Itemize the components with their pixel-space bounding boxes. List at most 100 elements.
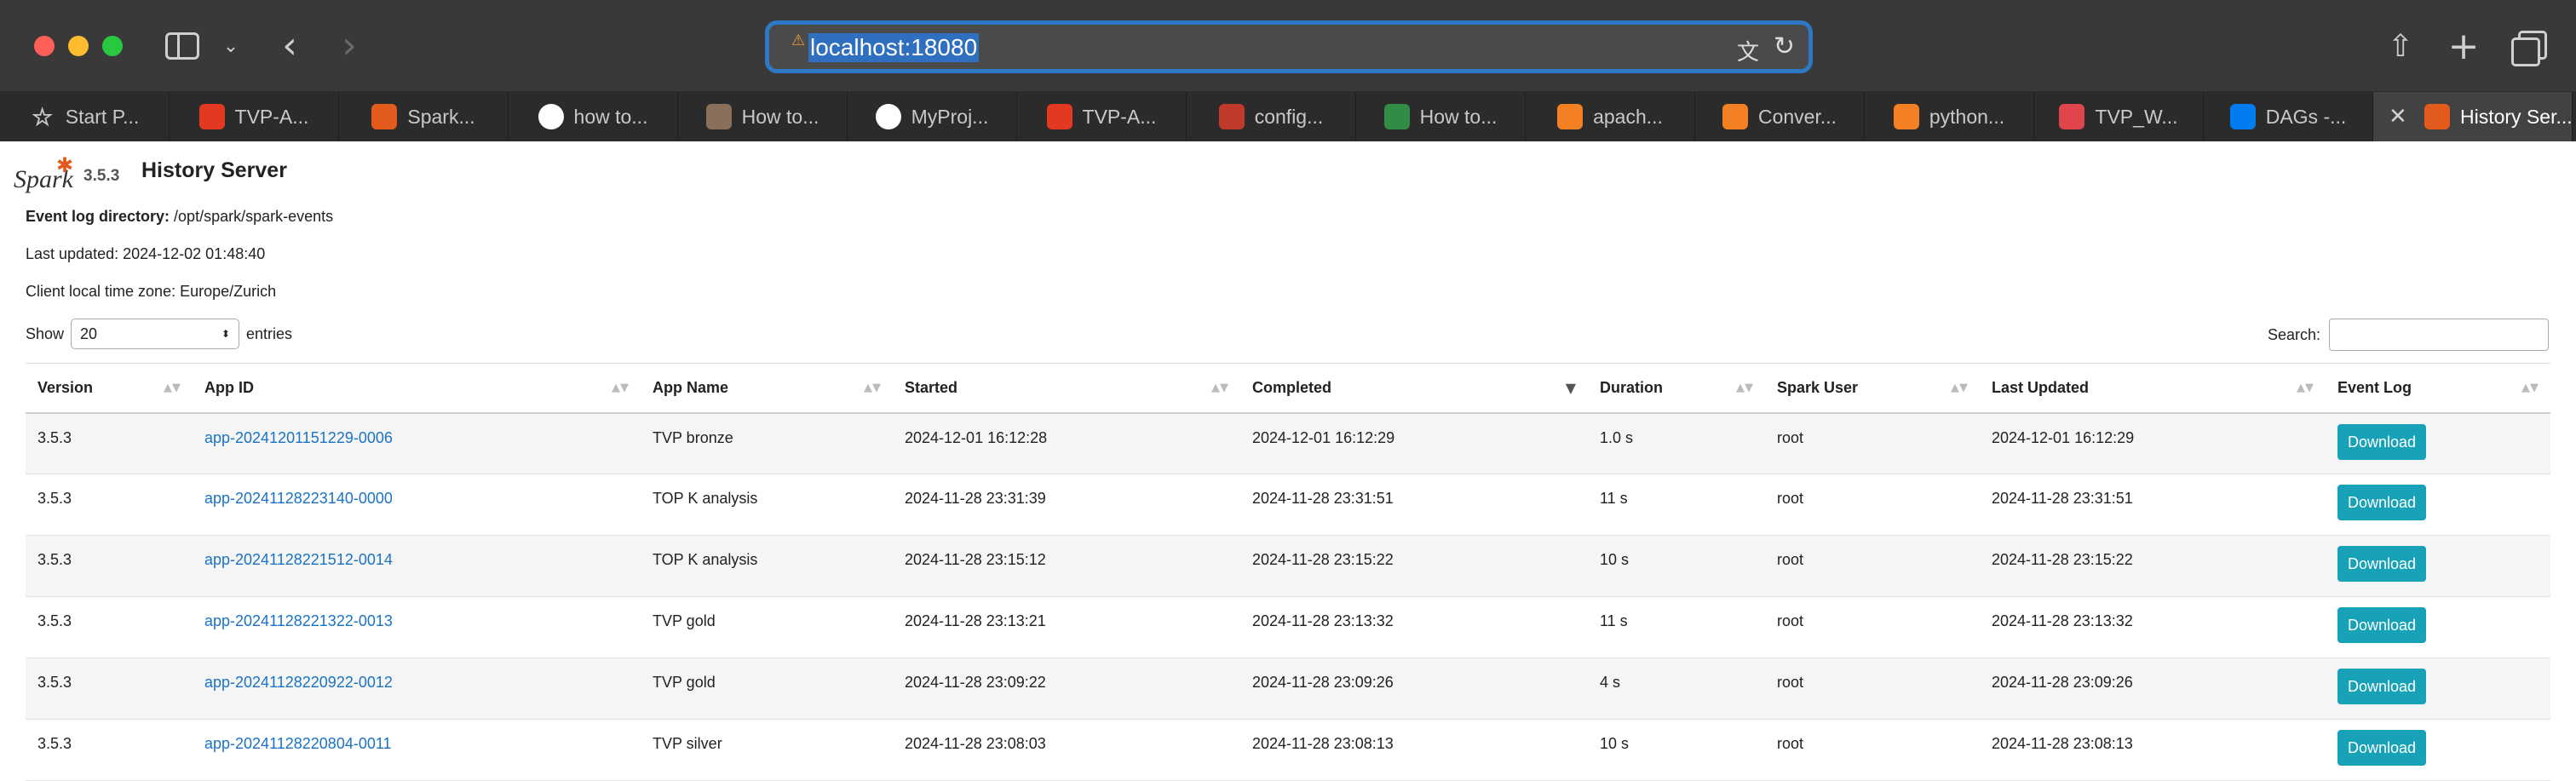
tab-strip: ☆ Start P... TVP-A... Spark... how to... How … xyxy=(0,92,2576,141)
tab-label: History Ser... xyxy=(2460,105,2573,128)
close-tab-icon[interactable]: ✕ xyxy=(2389,104,2407,129)
translate-icon[interactable]: 文 xyxy=(1737,35,1759,66)
column-label: Version xyxy=(37,378,94,396)
cell-version: 3.5.3 xyxy=(26,658,193,720)
entries-label: entries xyxy=(246,324,293,342)
minimize-window-button[interactable] xyxy=(68,36,89,56)
column-app-name[interactable]: App Name ▲▼ xyxy=(641,363,893,414)
column-last-updated[interactable]: Last Updated ▲▼ xyxy=(1980,363,2326,414)
app-id-link[interactable]: app-20241128220804-0011 xyxy=(204,735,392,752)
tab-label: config... xyxy=(1254,105,1324,128)
browser-tab[interactable]: MyProj... xyxy=(848,92,1017,141)
cell-duration: 10 s xyxy=(1588,719,1765,781)
cell-version: 3.5.3 xyxy=(26,474,193,536)
select-arrows-icon: ⬍ xyxy=(221,328,231,340)
new-tab-button[interactable]: + xyxy=(2447,25,2481,68)
entries-select[interactable]: 20 ⬍ xyxy=(71,319,240,349)
spark-icon xyxy=(371,104,398,129)
stackoverflow-icon xyxy=(1557,104,1584,129)
zoom-window-button[interactable] xyxy=(102,36,123,56)
column-label: App ID xyxy=(204,378,254,396)
download-button[interactable]: Download xyxy=(2337,546,2427,582)
chevron-down-icon[interactable]: ⌄ xyxy=(220,31,242,61)
app-id-link[interactable]: app-20241128221512-0014 xyxy=(204,551,393,568)
table-header-row: Version ▲▼ App ID ▲▼ App Name ▲▼ Started ▲▼ … xyxy=(26,363,2550,414)
spark-version: 3.5.3 xyxy=(83,167,120,185)
browser-tab[interactable]: Conver... xyxy=(1695,92,1865,141)
table-row: 3.5.3 app-20241128221512-0014 TOP K analys… xyxy=(26,535,2550,597)
entries-control: Show 20 ⬍ entries xyxy=(26,319,292,349)
cell-app-id: app-20241201151229-0006 xyxy=(193,412,641,474)
sidebar-toggle-icon[interactable] xyxy=(165,32,199,60)
browser-tab[interactable]: TVP_W... xyxy=(2034,92,2204,141)
search-label: Search: xyxy=(2267,325,2320,343)
cell-completed: 2024-11-28 23:08:13 xyxy=(1240,719,1588,781)
app-id-link[interactable]: app-20241128220922-0012 xyxy=(204,674,393,691)
cell-last-updated: 2024-11-28 23:15:22 xyxy=(1980,535,2326,597)
table-row: 3.5.3 app-20241201151229-0006 TVP bronze 20… xyxy=(26,412,2550,474)
cell-started: 2024-11-28 23:08:03 xyxy=(893,719,1240,781)
browser-tab[interactable]: apach... xyxy=(1526,92,1695,141)
browser-tab[interactable]: How to... xyxy=(1356,92,1526,141)
download-button[interactable]: Download xyxy=(2337,669,2427,704)
cell-completed: 2024-11-28 23:09:26 xyxy=(1240,658,1588,720)
app-id-link[interactable]: app-20241128221322-0013 xyxy=(204,612,393,629)
cell-spark-user: root xyxy=(1765,719,1980,781)
address-bar[interactable]: ⚠ localhost:18080 文 ↻ xyxy=(765,20,1813,73)
app-id-link[interactable]: app-20241128223140-0000 xyxy=(204,490,393,507)
browser-tab[interactable]: TVP-A... xyxy=(170,92,339,141)
column-spark-user[interactable]: Spark User ▲▼ xyxy=(1765,363,1980,414)
share-icon[interactable]: ⇧ xyxy=(2383,26,2418,66)
download-button[interactable]: Download xyxy=(2337,485,2427,520)
cell-app-id: app-20241128221512-0014 xyxy=(193,535,641,597)
tab-overview-icon[interactable] xyxy=(2510,29,2547,66)
airflow-icon xyxy=(2229,104,2256,129)
client-timezone: Client local time zone: Europe/Zurich xyxy=(26,283,277,300)
column-label: Spark User xyxy=(1777,378,1859,396)
cell-app-name: TVP silver xyxy=(641,719,893,781)
cell-event-log: Download xyxy=(2326,596,2550,658)
browser-tab[interactable]: config... xyxy=(1187,92,1356,141)
app-id-link[interactable]: app-20241201151229-0006 xyxy=(204,429,393,446)
browser-tab[interactable]: TVP-A... xyxy=(1017,92,1187,141)
avatar-icon xyxy=(705,104,732,129)
download-button[interactable]: Download xyxy=(2337,423,2427,460)
column-duration[interactable]: Duration ▲▼ xyxy=(1588,363,1765,414)
forward-button[interactable]: › xyxy=(334,24,365,67)
tab-label: TVP-A... xyxy=(234,105,309,128)
cell-duration: 10 s xyxy=(1588,535,1765,597)
column-event-log[interactable]: Event Log ▲▼ xyxy=(2326,363,2550,414)
column-started[interactable]: Started ▲▼ xyxy=(893,363,1240,414)
browser-tab[interactable]: how to... xyxy=(509,92,678,141)
tab-label: Start P... xyxy=(65,105,140,128)
browser-tab[interactable]: How to... xyxy=(678,92,848,141)
history-server-page: Spark ✱ 3.5.3 History Server Event log d… xyxy=(0,141,2576,781)
browser-tab[interactable]: Spark... xyxy=(339,92,509,141)
cell-started: 2024-11-28 23:09:22 xyxy=(893,658,1240,720)
tab-label: TVP_W... xyxy=(2095,105,2178,128)
cell-last-updated: 2024-11-28 23:13:32 xyxy=(1980,596,2326,658)
search-input[interactable] xyxy=(2329,319,2549,351)
sort-icon: ▲▼ xyxy=(164,382,181,394)
cell-event-log: Download xyxy=(2326,658,2550,720)
sort-icon: ▲▼ xyxy=(864,382,881,394)
spark-logo[interactable]: Spark ✱ xyxy=(12,153,80,193)
download-button[interactable]: Download xyxy=(2337,730,2427,766)
download-button[interactable]: Download xyxy=(2337,607,2427,643)
column-completed[interactable]: Completed ▼ xyxy=(1240,363,1588,414)
reload-icon[interactable]: ↻ xyxy=(1774,32,1795,61)
url-text[interactable]: localhost:18080 xyxy=(808,33,980,62)
column-version[interactable]: Version ▲▼ xyxy=(26,363,193,414)
browser-tab[interactable]: DAGs -... xyxy=(2204,92,2373,141)
cell-app-name: TVP bronze xyxy=(641,412,893,474)
browser-tab[interactable]: python... xyxy=(1865,92,2034,141)
airflow-icon xyxy=(1046,104,1072,129)
table-row: 3.5.3 app-20241128220922-0012 TVP gold 2024… xyxy=(26,658,2550,720)
back-button[interactable]: ‹ xyxy=(274,24,305,67)
close-window-button[interactable] xyxy=(34,36,55,56)
event-log-directory: Event log directory: /opt/spark/spark-ev… xyxy=(26,208,333,226)
cell-version: 3.5.3 xyxy=(26,719,193,781)
browser-tab[interactable]: ☆ Start P... xyxy=(0,92,170,141)
column-app-id[interactable]: App ID ▲▼ xyxy=(193,363,641,414)
browser-tab[interactable]: ✕ History Ser... xyxy=(2373,92,2573,141)
